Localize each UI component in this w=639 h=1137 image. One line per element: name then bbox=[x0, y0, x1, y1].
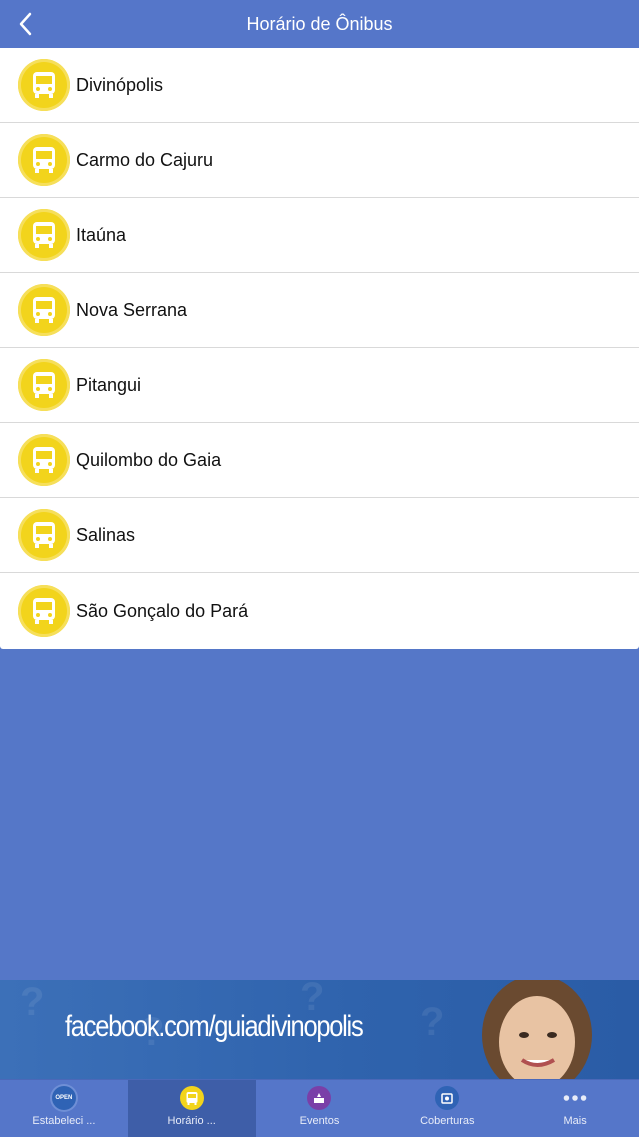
woman-photo bbox=[482, 980, 592, 1079]
city-label: Carmo do Cajuru bbox=[76, 149, 214, 170]
tab-coberturas[interactable]: Coberturas bbox=[383, 1080, 511, 1137]
bus-icon bbox=[179, 1086, 204, 1110]
tab-bar: OPEN Estabeleci ... Horário ... Eventos … bbox=[0, 1079, 639, 1137]
bus-icon bbox=[18, 359, 70, 411]
bus-icon bbox=[18, 134, 70, 186]
city-label: Salinas bbox=[76, 524, 136, 545]
more-icon bbox=[563, 1086, 587, 1110]
list-item[interactable]: São Gonçalo do Pará bbox=[0, 573, 639, 649]
bus-icon bbox=[18, 585, 70, 637]
navigation-bar: Horário de Ônibus bbox=[0, 0, 639, 48]
list-item[interactable]: Carmo do Cajuru bbox=[0, 123, 639, 198]
bus-icon bbox=[18, 59, 70, 111]
city-label: Pitangui bbox=[76, 374, 142, 395]
tab-label: Coberturas bbox=[420, 1115, 475, 1127]
city-label: Itaúna bbox=[76, 224, 127, 245]
tab-label: Mais bbox=[563, 1115, 587, 1127]
city-label: São Gonçalo do Pará bbox=[76, 600, 249, 621]
bus-icon bbox=[18, 509, 70, 561]
tab-mais[interactable]: Mais bbox=[511, 1080, 639, 1137]
tab-eventos[interactable]: Eventos bbox=[256, 1080, 384, 1137]
city-list: Divinópolis Carmo do Cajuru Itaúna Nova … bbox=[0, 48, 639, 649]
question-mark-decoration: ? bbox=[420, 1000, 445, 1044]
chevron-left-icon bbox=[19, 12, 32, 36]
back-button[interactable] bbox=[10, 8, 40, 40]
bus-icon bbox=[18, 209, 70, 261]
tab-label: Estabeleci ... bbox=[32, 1115, 96, 1127]
camera-icon bbox=[435, 1086, 460, 1110]
city-label: Quilombo do Gaia bbox=[76, 449, 222, 470]
list-item[interactable]: Pitangui bbox=[0, 348, 639, 423]
city-label: Nova Serrana bbox=[76, 299, 188, 320]
banner-text: facebook.com/guiadivinopolis bbox=[65, 1010, 364, 1043]
bus-icon bbox=[18, 284, 70, 336]
list-item[interactable]: Quilombo do Gaia bbox=[0, 423, 639, 498]
bus-icon bbox=[18, 434, 70, 486]
tab-horario[interactable]: Horário ... bbox=[127, 1080, 256, 1137]
list-item[interactable]: Divinópolis bbox=[0, 48, 639, 123]
list-item[interactable]: Salinas bbox=[0, 498, 639, 573]
open-sign-icon: OPEN bbox=[51, 1086, 76, 1110]
city-label: Divinópolis bbox=[76, 74, 164, 95]
list-item[interactable]: Nova Serrana bbox=[0, 273, 639, 348]
tab-label: Horário ... bbox=[167, 1115, 216, 1127]
question-mark-decoration: ? bbox=[20, 980, 45, 1024]
tab-label: Eventos bbox=[299, 1115, 340, 1127]
ad-banner[interactable]: ? ? ? ? facebook.com/guiadivinopolis bbox=[0, 980, 639, 1079]
tab-estabelecimentos[interactable]: OPEN Estabeleci ... bbox=[0, 1080, 128, 1137]
event-icon bbox=[307, 1086, 332, 1110]
page-title: Horário de Ônibus bbox=[246, 13, 393, 34]
list-item[interactable]: Itaúna bbox=[0, 198, 639, 273]
